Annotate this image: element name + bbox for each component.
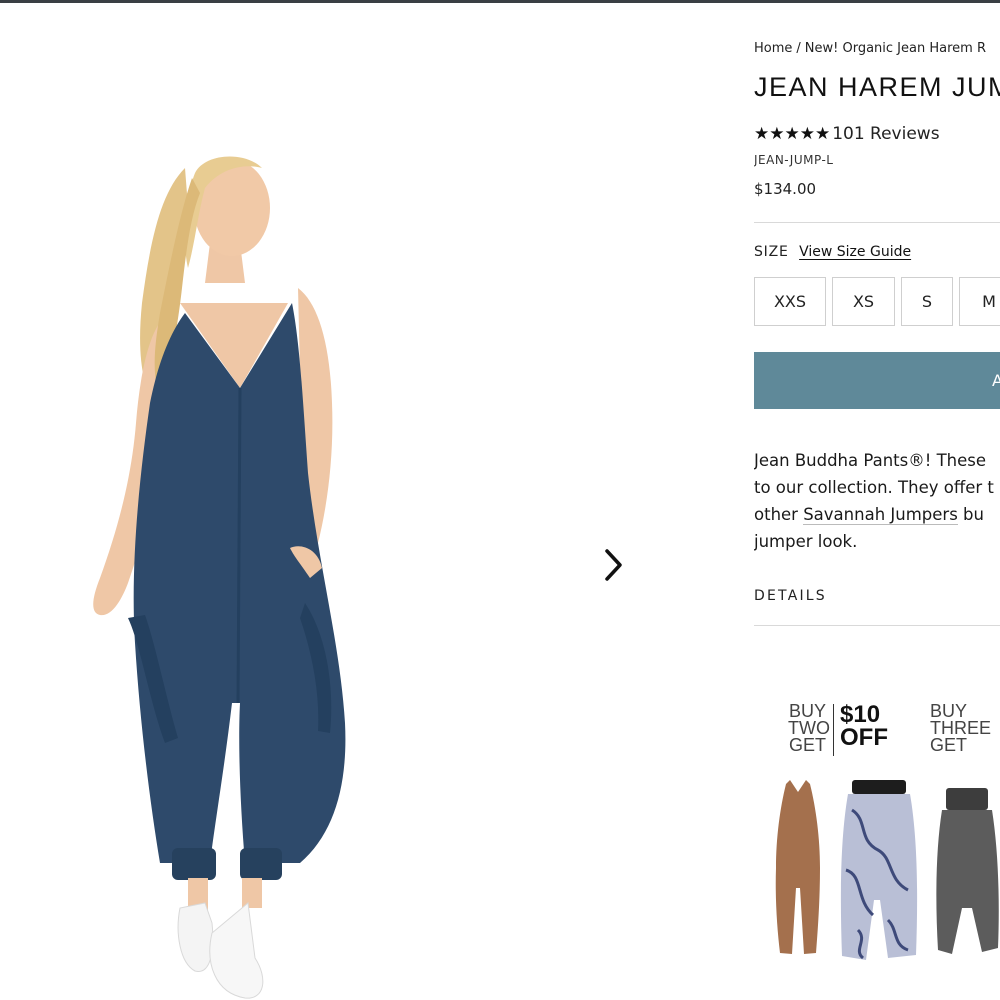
- size-guide-link[interactable]: View Size Guide: [799, 244, 911, 260]
- savannah-jumpers-link[interactable]: Savannah Jumpers: [803, 505, 958, 525]
- divider: [754, 625, 1000, 626]
- size-label: SIZE: [754, 244, 789, 260]
- product-info-panel: Home / New! Organic Jean Harem R JEAN HARE…: [754, 0, 1000, 1000]
- breadcrumb-current: New! Organic Jean Harem R: [804, 41, 986, 56]
- size-header: SIZE View Size Guide: [754, 244, 911, 260]
- product-title: JEAN HAREM JUMP: [754, 72, 1000, 102]
- product-price: $134.00: [754, 180, 817, 198]
- description-line: Jean Buddha Pants®! These: [754, 451, 987, 470]
- promo-offer1-text: BUY TWO GET: [788, 702, 830, 755]
- promo-off: OFF: [840, 724, 888, 751]
- promo-offer1-discount: $10 OFF: [840, 701, 888, 751]
- bundle-promo-banner[interactable]: BUY TWO GET $10 OFF BUY THREE GET: [754, 700, 1000, 990]
- product-sku: JEAN-JUMP-L: [754, 153, 834, 167]
- details-accordion-toggle[interactable]: DETAILS: [754, 588, 827, 604]
- size-option-s[interactable]: S: [901, 277, 953, 326]
- promo-word: GET: [930, 735, 968, 755]
- product-gallery: [0, 3, 700, 1000]
- patterned-harem-pants-image: [840, 780, 918, 960]
- chevron-right-icon: [605, 549, 622, 581]
- breadcrumb-home-link[interactable]: Home: [754, 41, 792, 56]
- description-text: other: [754, 505, 804, 524]
- divider: [754, 222, 1000, 223]
- size-option-xxs[interactable]: XXS: [754, 277, 826, 326]
- next-image-button[interactable]: [596, 543, 632, 587]
- breadcrumb: Home / New! Organic Jean Harem R: [754, 41, 986, 56]
- description-line: other Savannah Jumpers bu: [754, 501, 1000, 528]
- product-rating[interactable]: ★★★★★ 101 Reviews: [754, 124, 940, 144]
- promo-word: GET: [788, 735, 826, 755]
- promo-amount: $10: [840, 701, 881, 728]
- description-line: jumper look.: [754, 532, 858, 551]
- description-text: bu: [957, 505, 984, 524]
- brown-jumper-image: [775, 780, 820, 954]
- reviews-count-link[interactable]: 101 Reviews: [832, 124, 939, 144]
- product-description: Jean Buddha Pants®! These to our collect…: [754, 447, 1000, 555]
- add-to-cart-button[interactable]: A: [754, 352, 1000, 409]
- size-option-m[interactable]: M: [959, 277, 1000, 326]
- promo-divider: [833, 704, 834, 756]
- star-icon: ★★★★★: [754, 124, 831, 144]
- size-option-xs[interactable]: XS: [832, 277, 895, 326]
- breadcrumb-separator: /: [796, 41, 801, 56]
- description-line: to our collection. They offer t: [754, 478, 994, 497]
- grey-harem-pants-image: [936, 788, 999, 954]
- promo-offer2-text: BUY THREE GET: [930, 702, 996, 755]
- product-model-photo: [93, 156, 346, 999]
